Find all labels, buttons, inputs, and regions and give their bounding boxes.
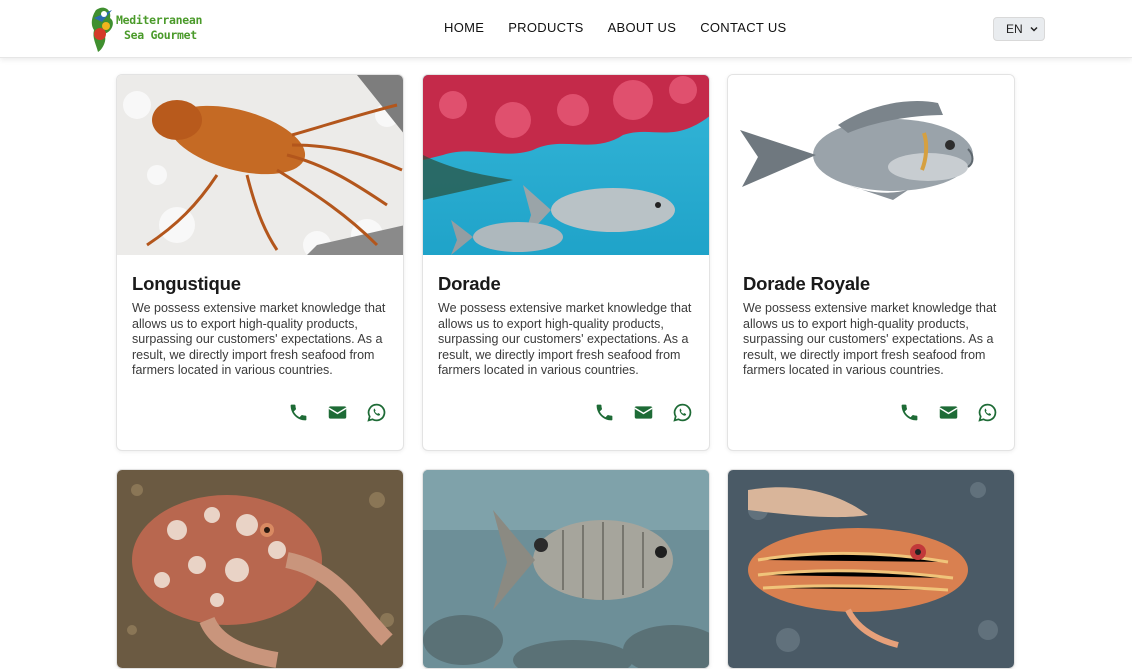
whatsapp-icon[interactable] <box>366 402 387 423</box>
contact-actions <box>899 402 998 423</box>
product-card-octopus <box>116 469 404 669</box>
product-card-dorade-royale: Dorade Royale We possess extensive marke… <box>727 74 1015 451</box>
phone-icon[interactable] <box>594 402 615 423</box>
nav-home[interactable]: HOME <box>444 20 484 36</box>
product-title: Dorade Royale <box>743 273 870 294</box>
contact-actions <box>594 402 693 423</box>
logo-text-line2: Sea Gourmet <box>124 28 197 42</box>
brand-logo[interactable]: Mediterranean Sea Gourmet <box>90 4 210 54</box>
product-title: Longustique <box>132 273 241 294</box>
envelope-icon[interactable] <box>327 402 348 423</box>
product-description: We possess extensive market knowledge th… <box>743 301 997 377</box>
product-description: We possess extensive market knowledge th… <box>132 301 386 377</box>
phone-icon[interactable] <box>288 402 309 423</box>
envelope-icon[interactable] <box>633 402 654 423</box>
product-image-sea-bream-underwater <box>423 470 709 668</box>
product-image-lobster <box>117 75 403 255</box>
nav-products[interactable]: PRODUCTS <box>508 20 583 36</box>
chevron-down-icon <box>1030 26 1038 32</box>
product-image-dorade-royale <box>728 75 1014 255</box>
navbar: Mediterranean Sea Gourmet HOME PRODUCTS … <box>0 0 1132 58</box>
product-card-longustique: Longustique We possess extensive market … <box>116 74 404 451</box>
product-image-red-mullet <box>728 470 1014 668</box>
nav-contact-us[interactable]: CONTACT US <box>700 20 786 36</box>
language-select[interactable]: EN <box>993 17 1045 41</box>
product-description: We possess extensive market knowledge th… <box>438 301 692 377</box>
whatsapp-icon[interactable] <box>672 402 693 423</box>
logo-emblem-icon <box>91 7 113 52</box>
whatsapp-icon[interactable] <box>977 402 998 423</box>
contact-actions <box>288 402 387 423</box>
product-card-sea-bream <box>422 469 710 669</box>
main-menu: HOME PRODUCTS ABOUT US CONTACT US <box>444 20 787 36</box>
nav-about-us[interactable]: ABOUT US <box>608 20 677 36</box>
product-image-octopus <box>117 470 403 668</box>
phone-icon[interactable] <box>899 402 920 423</box>
language-value: EN <box>1006 22 1023 36</box>
envelope-icon[interactable] <box>938 402 959 423</box>
product-card-dorade: Dorade We possess extensive market knowl… <box>422 74 710 451</box>
product-image-dorade-underwater <box>423 75 709 255</box>
product-card-red-mullet <box>727 469 1015 669</box>
logo-text-line1: Mediterranean <box>116 13 203 27</box>
product-title: Dorade <box>438 273 501 294</box>
